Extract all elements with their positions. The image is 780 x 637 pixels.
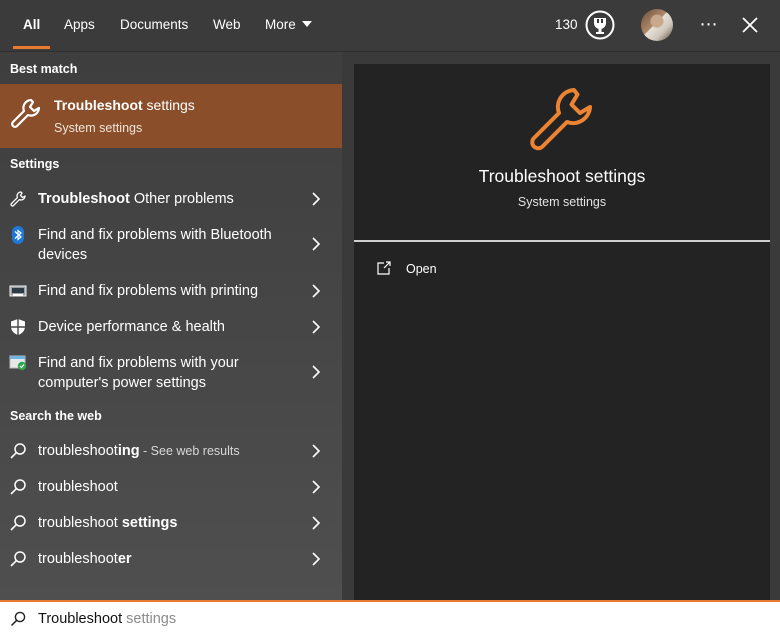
- tab-label: Apps: [64, 17, 95, 32]
- chevron-right-icon: [310, 365, 322, 379]
- settings-result-label: Find and fix problems with your computer…: [38, 355, 239, 391]
- settings-result-item[interactable]: Find and fix problems with your computer…: [0, 344, 342, 400]
- settings-result-item[interactable]: Device performance & health: [0, 308, 342, 344]
- tab-web[interactable]: Web: [213, 0, 241, 52]
- chevron-right-icon: [310, 284, 322, 298]
- web-result-label: troubleshooting - See web results: [38, 443, 240, 459]
- web-result-label: troubleshoot: [38, 479, 118, 495]
- shield-icon: [9, 318, 27, 336]
- settings-result-label: Find and fix problems with Bluetooth dev…: [38, 227, 272, 263]
- tab-label: More: [265, 17, 296, 32]
- bluetooth-icon: [9, 226, 27, 244]
- rewards-points: 130: [555, 17, 578, 32]
- chevron-right-icon: [310, 552, 322, 566]
- chevron-down-icon: [301, 21, 312, 27]
- tab-more[interactable]: More: [265, 0, 312, 52]
- avatar[interactable]: [641, 9, 673, 41]
- web-result-item[interactable]: troubleshoot settings: [0, 504, 342, 540]
- tab-label: All: [23, 17, 41, 32]
- web-result-label: troubleshoot settings: [38, 515, 178, 531]
- search-input[interactable]: Troubleshoot settings: [38, 611, 176, 627]
- tab-documents[interactable]: Documents: [120, 0, 188, 52]
- search-icon: [9, 442, 27, 460]
- more-options-icon[interactable]: ⋯: [697, 12, 721, 38]
- open-external-icon: [376, 260, 392, 276]
- section-label-best-match: Best match: [10, 62, 78, 76]
- power-settings-icon: [9, 354, 27, 372]
- settings-result-item[interactable]: Troubleshoot Other problems: [0, 180, 342, 216]
- preview-subtitle: System settings: [517, 195, 607, 209]
- search-bar[interactable]: Troubleshoot settings: [0, 600, 780, 637]
- preview-panel: Troubleshoot settings System settings Op…: [354, 64, 770, 600]
- tab-apps[interactable]: Apps: [64, 0, 95, 52]
- rewards-trophy-icon[interactable]: [584, 9, 616, 41]
- settings-result-item[interactable]: Find and fix problems with Bluetooth dev…: [0, 216, 342, 272]
- tab-label: Documents: [120, 17, 189, 32]
- chevron-right-icon: [310, 237, 322, 251]
- web-result-item[interactable]: troubleshooting - See web results: [0, 432, 342, 468]
- chevron-right-icon: [310, 192, 322, 206]
- settings-result-item[interactable]: Find and fix problems with printing: [0, 272, 342, 308]
- best-match-subtitle: System settings: [54, 121, 143, 135]
- search-icon: [9, 478, 27, 496]
- open-label: Open: [406, 262, 437, 276]
- section-label-search-web: Search the web: [10, 409, 102, 423]
- chevron-right-icon: [310, 516, 322, 530]
- best-match-title: Troubleshoot settings: [54, 97, 195, 113]
- wrench-icon: [526, 82, 598, 154]
- web-result-label: troubleshooter: [38, 551, 132, 567]
- web-result-item[interactable]: troubleshoot: [0, 468, 342, 504]
- chevron-right-icon: [310, 480, 322, 494]
- tab-label: Web: [213, 17, 241, 32]
- search-icon: [10, 611, 26, 627]
- search-suggestion-text: settings: [122, 611, 177, 627]
- search-icon: [9, 514, 27, 532]
- settings-result-label: Device performance & health: [38, 319, 225, 335]
- wrench-icon: [9, 190, 27, 208]
- section-label-settings: Settings: [10, 157, 60, 171]
- tab-all[interactable]: All: [13, 0, 51, 52]
- wrench-icon: [9, 96, 43, 130]
- top-bar: All Apps Documents Web More 130 ⋯: [0, 0, 780, 52]
- printer-icon: [9, 282, 27, 300]
- best-match-result[interactable]: Troubleshoot settings System settings: [0, 84, 342, 148]
- active-tab-indicator: [13, 46, 51, 49]
- chevron-right-icon: [310, 444, 322, 458]
- results-panel: Best match Troubleshoot settings System …: [0, 52, 342, 600]
- settings-result-label: Troubleshoot Other problems: [38, 191, 234, 207]
- settings-result-label: Find and fix problems with printing: [38, 283, 259, 299]
- search-typed-text: Troubleshoot: [38, 611, 123, 627]
- preview-divider: [354, 240, 770, 242]
- preview-title: Troubleshoot settings: [478, 166, 646, 186]
- web-result-item[interactable]: troubleshooter: [0, 540, 342, 576]
- search-icon: [9, 550, 27, 568]
- close-icon[interactable]: [739, 14, 761, 36]
- chevron-right-icon: [310, 320, 322, 334]
